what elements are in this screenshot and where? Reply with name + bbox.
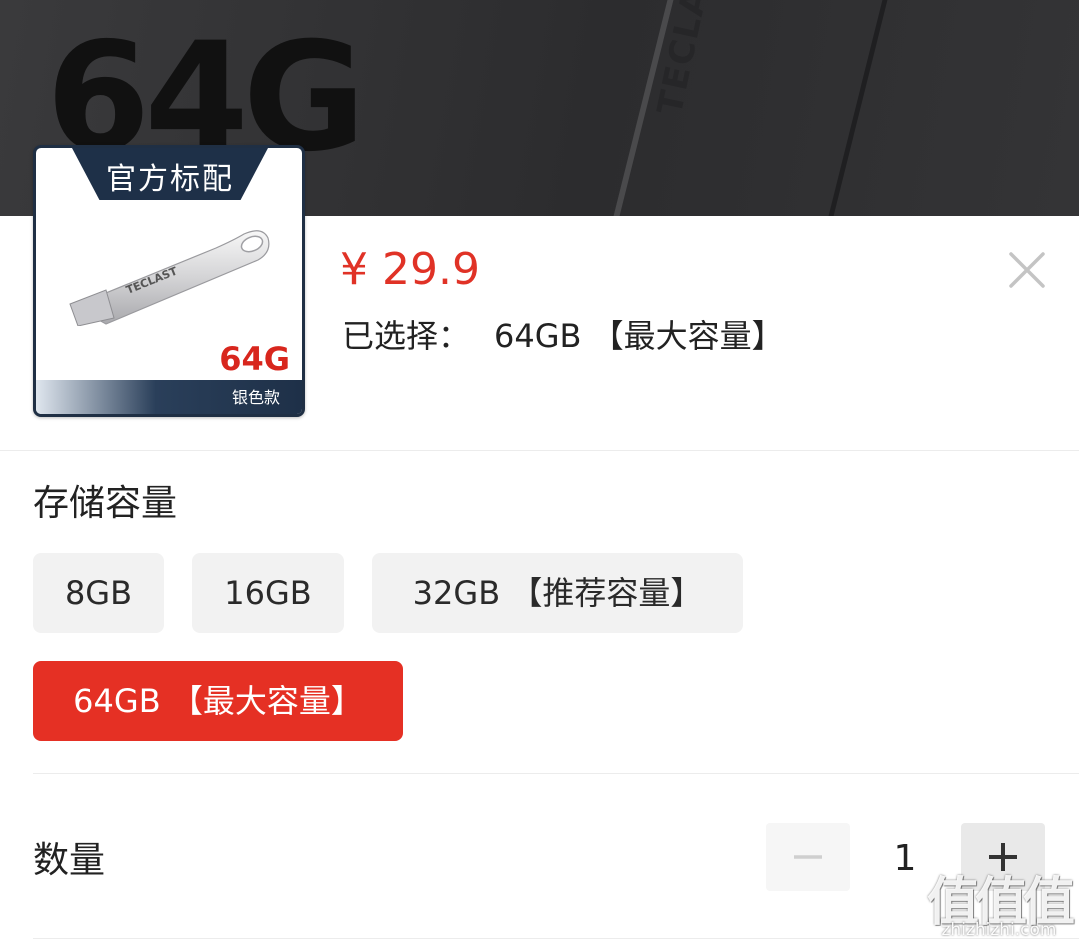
capacity-section-title: 存储容量 [33,483,178,524]
divider [33,938,1079,939]
divider [33,773,1079,774]
watermark-domain: zhizhizhi.com [941,920,1057,940]
official-config-tag: 官方标配 [72,148,268,200]
selected-value: 64GB 【最大容量】 [494,317,784,355]
divider [0,450,1079,451]
selected-label: 已选择： [342,317,471,355]
usb-drive-image: TECLAST [69,230,270,326]
capacity-option-64gb[interactable]: 64GB 【最大容量】 [33,661,403,741]
sku-selector-page: 64G TECLAST 官方标配 TECLAST 64G 银色款 ¥ 29.9 [0,0,1079,948]
selected-summary: 已选择： 64GB 【最大容量】 [342,312,784,360]
thumb-variant-text: 银色款 [231,388,280,407]
banner-stripe [822,0,893,216]
close-button[interactable] [1005,248,1049,292]
capacity-option-32gb[interactable]: 32GB 【推荐容量】 [372,553,743,633]
close-icon [1009,252,1045,288]
official-config-tag-text: 官方标配 [106,162,234,197]
quantity-decrement-button[interactable] [766,823,850,891]
capacity-option-8gb[interactable]: 8GB [33,553,164,633]
banner-brand-text: TECLAST [650,0,727,119]
product-thumbnail[interactable]: 官方标配 TECLAST 64G 银色款 [33,145,305,417]
price-text: ¥ 29.9 [340,244,480,295]
capacity-option-16gb[interactable]: 16GB [192,553,344,633]
minus-icon [794,855,822,859]
quantity-label: 数量 [33,840,106,881]
watermark: 值值值 zhizhizhi.com [924,860,1075,946]
thumb-capacity-text: 64G [219,340,290,378]
